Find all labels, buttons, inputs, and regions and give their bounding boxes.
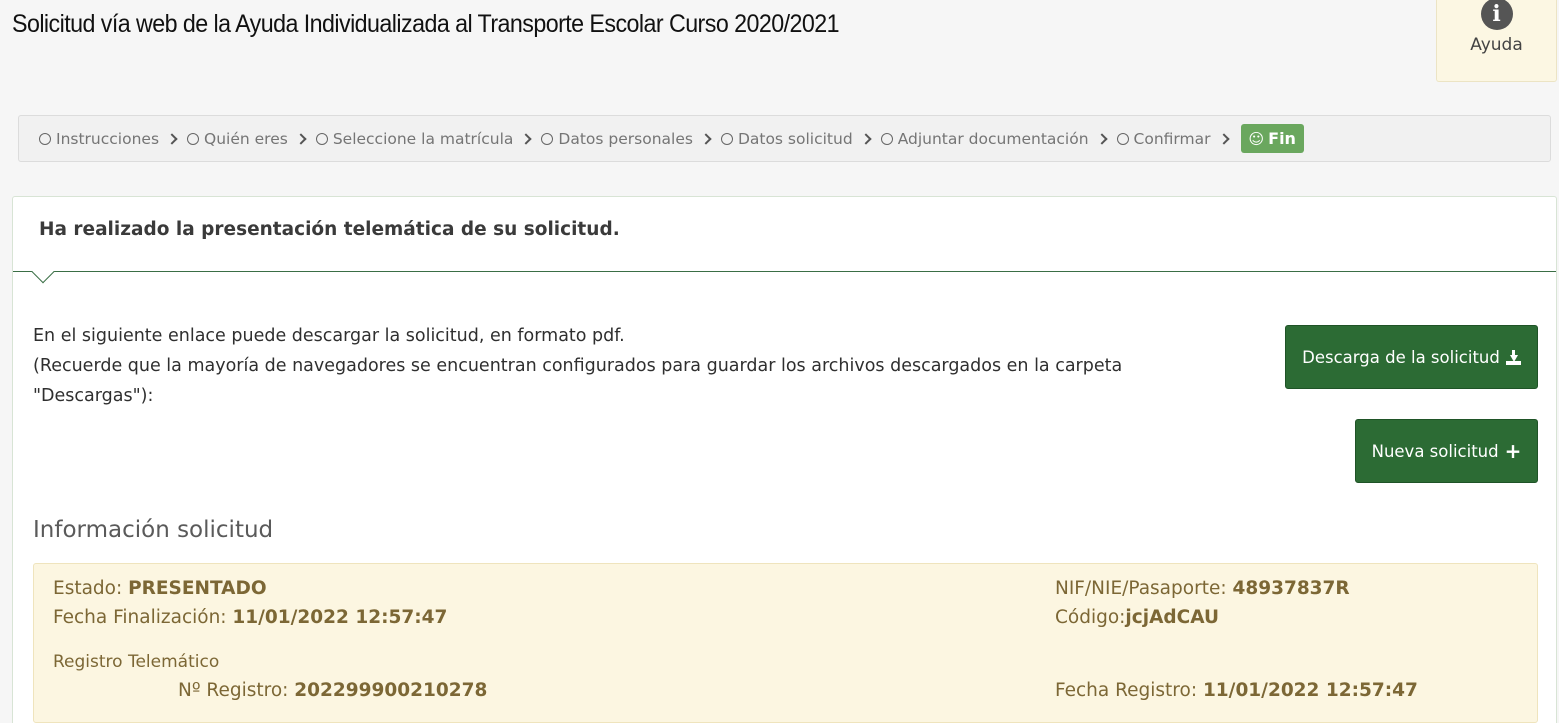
nif-label: NIF/NIE/Pasaporte: [1055,578,1233,599]
panel-header: Ha realizado la presentación telemática … [13,197,1556,284]
circle-icon [315,132,328,145]
step-label: Seleccione la matrícula [332,129,514,148]
step-datos-personales: Datos personales [541,130,693,148]
plus-icon: + [1504,439,1522,463]
estado-row: Estado: PRESENTADO [53,578,267,599]
fecha-reg-value: 11/01/2022 12:57:47 [1202,680,1418,701]
fecha-reg-label: Fecha Registro: [1055,680,1203,701]
page-title: Solicitud vía web de la Ayuda Individual… [12,10,840,38]
chevron-right-icon [1095,132,1108,145]
step-label: Fin [1268,129,1296,148]
section-title: Información solicitud [33,517,274,543]
nreg-value: 202299900210278 [294,680,488,701]
application-info-box: Estado: PRESENTADO Fecha Finalización: 1… [33,563,1538,723]
estado-value: PRESENTADO [128,578,267,599]
nif-row: NIF/NIE/Pasaporte: 48937837R [1055,578,1350,599]
circle-icon [187,132,200,145]
chevron-right-icon [1217,132,1230,145]
chevron-right-icon [166,132,178,145]
info-icon: i [1480,0,1513,30]
step-adjuntar: Adjuntar documentación [880,129,1089,148]
circle-icon [39,132,51,145]
circle-icon [880,132,893,145]
step-label: Datos personales [558,129,693,148]
result-panel: Ha realizado la presentación telemática … [12,196,1557,723]
smile-icon: ☺ [1248,129,1265,148]
circle-icon [720,132,733,145]
step-confirmar: Confirmar [1116,129,1211,148]
step-label: Datos solicitud [737,129,853,148]
chevron-right-icon [860,132,872,145]
estado-label: Estado: [53,578,129,599]
fecha-finalizacion-row: Fecha Finalización: 11/01/2022 12:57:47 [53,607,447,628]
numero-registro-row: Nº Registro: 202299900210278 [178,680,487,701]
download-button[interactable]: Descarga de la solicitud [1285,325,1538,389]
nif-value: 48937837R [1232,578,1350,599]
fecha-registro-row: Fecha Registro: 11/01/2022 12:57:47 [1055,680,1418,701]
intro-line-2: (Recuerde que la mayoría de navegadores … [33,356,1123,406]
download-icon [1505,349,1521,365]
header-notch [31,260,55,284]
new-button-label: Nueva solicitud [1371,441,1499,461]
step-quien-eres: Quién eres [187,130,288,148]
step-instrucciones: Instrucciones [39,130,159,148]
step-label: Confirmar [1133,129,1211,148]
chevron-right-icon [295,132,307,145]
download-instructions: En el siguiente enlace puede descargar l… [33,321,1133,411]
step-label: Adjuntar documentación [897,129,1089,148]
step-label: Quién eres [204,129,288,148]
step-datos-solicitud: Datos solicitud [720,129,853,148]
help-button[interactable]: i Ayuda [1436,0,1557,82]
codigo-row: Código:jcjAdCAU [1055,607,1219,628]
panel-heading: Ha realizado la presentación telemática … [39,219,620,240]
step-matricula: Seleccione la matrícula [315,129,514,148]
step-fin: ☺ Fin [1240,124,1304,153]
codigo-label: Código: [1055,607,1126,628]
chevron-right-icon [700,132,712,145]
fecha-fin-label: Fecha Finalización: [53,607,233,628]
step-label: Instrucciones [56,129,160,148]
wizard-steps: Instrucciones Quién eres Seleccione la m… [18,115,1551,162]
download-button-label: Descarga de la solicitud [1302,347,1500,367]
intro-line-1: En el siguiente enlace puede descargar l… [33,326,625,346]
new-application-button[interactable]: Nueva solicitud + [1355,419,1538,483]
nreg-label: Nº Registro: [178,680,295,701]
registro-telematico-label: Registro Telemático [53,652,220,672]
circle-icon [541,132,554,145]
circle-icon [1116,132,1129,145]
codigo-value: jcjAdCAU [1125,607,1219,628]
help-label: Ayuda [1470,35,1523,55]
chevron-right-icon [520,132,533,145]
fecha-fin-value: 11/01/2022 12:57:47 [232,607,448,628]
